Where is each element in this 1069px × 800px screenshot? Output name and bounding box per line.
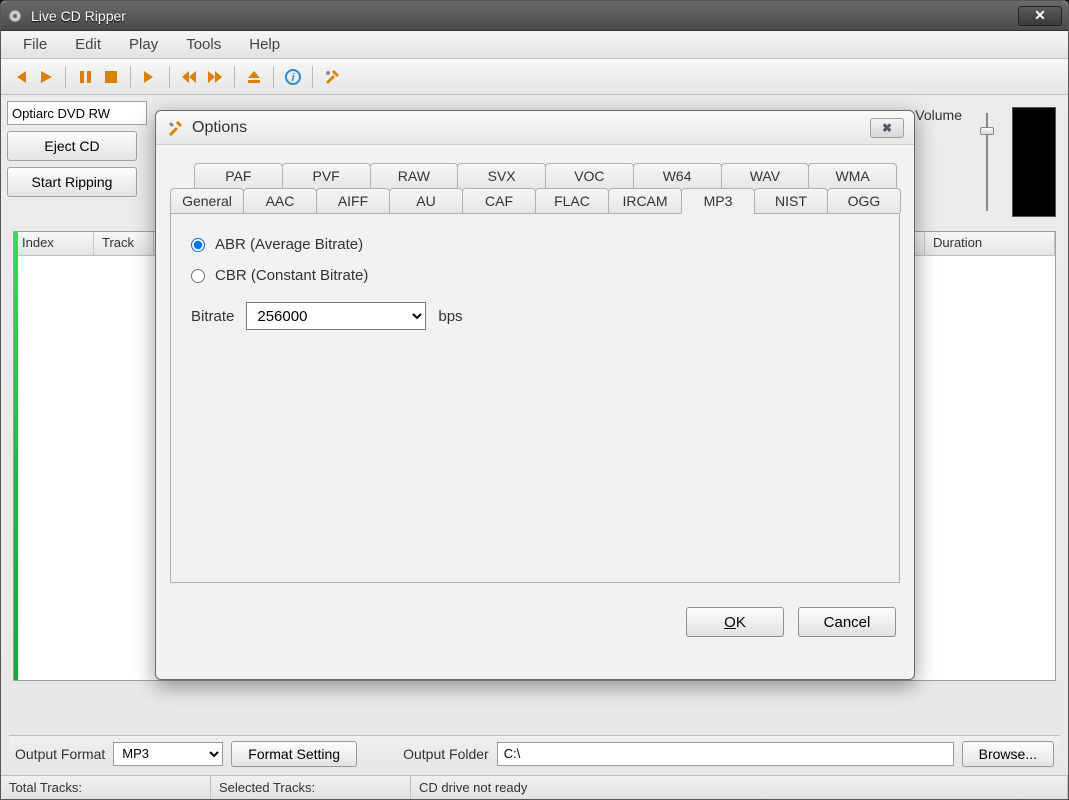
tab-mp3[interactable]: MP3 [681, 188, 755, 214]
tab-nist[interactable]: NIST [754, 188, 828, 213]
tab-ircam[interactable]: IRCAM [608, 188, 682, 213]
wrench-icon [166, 119, 184, 137]
radio-abr[interactable]: ABR (Average Bitrate) [191, 236, 879, 253]
bitrate-label: Bitrate [191, 308, 234, 325]
tab-w64[interactable]: W64 [633, 163, 722, 188]
statusbar: Total Tracks: Selected Tracks: CD drive … [1, 775, 1068, 799]
menubar: File Edit Play Tools Help [1, 31, 1068, 59]
tab-ogg[interactable]: OGG [827, 188, 901, 213]
grid-edge-decoration [14, 232, 18, 680]
bitrate-select[interactable]: 256000 [246, 302, 426, 330]
tab-au[interactable]: AU [389, 188, 463, 213]
rewind-icon[interactable] [178, 66, 200, 88]
skip-next-icon[interactable] [139, 66, 161, 88]
tab-aiff[interactable]: AIFF [316, 188, 390, 213]
toolbar-separator [130, 66, 131, 88]
eject-icon[interactable] [243, 66, 265, 88]
tab-flac[interactable]: FLAC [535, 188, 609, 213]
bitrate-unit: bps [438, 308, 462, 325]
browse-button[interactable]: Browse... [962, 741, 1054, 767]
play-icon[interactable] [35, 66, 57, 88]
status-selected-tracks: Selected Tracks: [211, 776, 411, 799]
tab-row-2: General AAC AIFF AU CAF FLAC IRCAM MP3 N… [170, 188, 900, 213]
dialog-titlebar: Options ✖ [156, 111, 914, 145]
tab-voc[interactable]: VOC [545, 163, 634, 188]
col-track[interactable]: Track [94, 232, 154, 255]
toolbar-separator [273, 66, 274, 88]
radio-cbr-input[interactable] [191, 269, 205, 283]
tab-wma[interactable]: WMA [808, 163, 897, 188]
svg-text:i: i [291, 72, 295, 84]
output-format-label: Output Format [15, 746, 105, 762]
bottom-controls: Output Format MP3 Format Setting Output … [9, 735, 1060, 771]
window-title: Live CD Ripper [31, 8, 1018, 24]
options-dialog: Options ✖ PAF PVF RAW SVX VOC W64 WAV WM… [155, 110, 915, 680]
tab-paf[interactable]: PAF [194, 163, 283, 188]
stop-icon[interactable] [100, 66, 122, 88]
volume-label: Volume [915, 107, 962, 123]
eject-cd-button[interactable]: Eject CD [7, 131, 137, 161]
radio-cbr-label: CBR (Constant Bitrate) [215, 267, 368, 284]
tab-caf[interactable]: CAF [462, 188, 536, 213]
titlebar: Live CD Ripper ✕ [1, 1, 1068, 31]
tab-area: PAF PVF RAW SVX VOC W64 WAV WMA General … [156, 145, 914, 593]
radio-abr-label: ABR (Average Bitrate) [215, 236, 363, 253]
col-index[interactable]: Index [14, 232, 94, 255]
bitrate-row: Bitrate 256000 bps [191, 302, 879, 330]
menu-file[interactable]: File [9, 34, 61, 55]
window-close-button[interactable]: ✕ [1018, 6, 1062, 26]
status-drive: CD drive not ready [411, 776, 1068, 799]
menu-help[interactable]: Help [235, 34, 294, 55]
radio-cbr[interactable]: CBR (Constant Bitrate) [191, 267, 879, 284]
pause-icon[interactable] [74, 66, 96, 88]
format-setting-button[interactable]: Format Setting [231, 741, 357, 767]
toolbar-separator [234, 66, 235, 88]
toolbar: i [1, 59, 1068, 95]
cancel-button[interactable]: Cancel [798, 607, 896, 637]
tab-content-mp3: ABR (Average Bitrate) CBR (Constant Bitr… [170, 213, 900, 583]
tab-aac[interactable]: AAC [243, 188, 317, 213]
menu-tools[interactable]: Tools [172, 34, 235, 55]
tab-general[interactable]: General [170, 188, 244, 213]
tab-raw[interactable]: RAW [370, 163, 459, 188]
toolbar-separator [312, 66, 313, 88]
vu-meter [1012, 107, 1056, 217]
toolbar-separator [65, 66, 66, 88]
dialog-buttons: OK Cancel [156, 593, 914, 651]
status-total-tracks: Total Tracks: [1, 776, 211, 799]
volume-slider[interactable] [972, 107, 1002, 217]
right-panel: Volume [915, 107, 1056, 217]
output-folder-input[interactable] [497, 742, 954, 766]
start-ripping-button[interactable]: Start Ripping [7, 167, 137, 197]
tab-pvf[interactable]: PVF [282, 163, 371, 188]
ok-button[interactable]: OK [686, 607, 784, 637]
tab-svx[interactable]: SVX [457, 163, 546, 188]
output-format-select[interactable]: MP3 [113, 742, 223, 766]
app-icon [7, 8, 23, 24]
skip-prev-icon[interactable] [9, 66, 31, 88]
col-duration[interactable]: Duration [925, 232, 1055, 255]
tab-row-1: PAF PVF RAW SVX VOC W64 WAV WMA [170, 163, 900, 188]
tab-wav[interactable]: WAV [721, 163, 810, 188]
radio-abr-input[interactable] [191, 238, 205, 252]
menu-play[interactable]: Play [115, 34, 172, 55]
info-icon[interactable]: i [282, 66, 304, 88]
menu-edit[interactable]: Edit [61, 34, 115, 55]
toolbar-separator [169, 66, 170, 88]
dialog-close-button[interactable]: ✖ [870, 118, 904, 138]
drive-selector[interactable] [7, 101, 147, 125]
output-folder-label: Output Folder [403, 746, 489, 762]
tools-icon[interactable] [321, 66, 343, 88]
fast-forward-icon[interactable] [204, 66, 226, 88]
dialog-title: Options [192, 119, 870, 137]
